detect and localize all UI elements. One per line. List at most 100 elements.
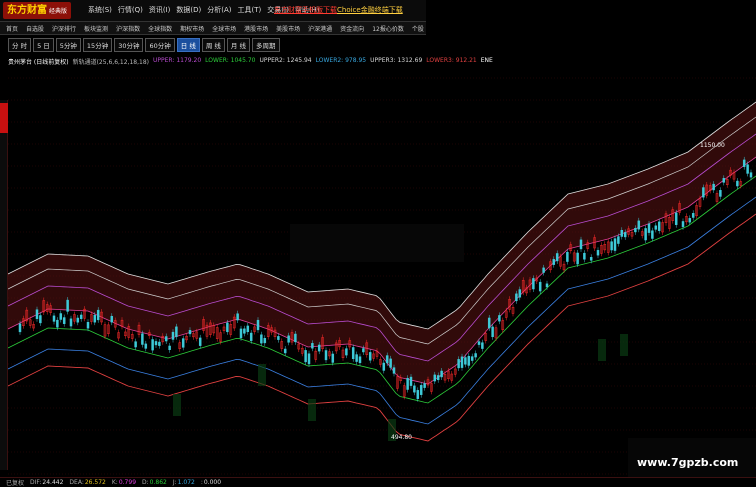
candle-body (93, 314, 97, 323)
sidebar-kline-tab[interactable] (0, 103, 8, 133)
menu-item-3[interactable]: 数据(D) (176, 5, 201, 15)
kline-chart[interactable] (8, 64, 756, 477)
candle-body (317, 344, 321, 352)
nav-item-7[interactable]: 全球市场 (212, 24, 236, 33)
candle-body (423, 383, 426, 388)
candle-body (110, 315, 114, 323)
candle-body (324, 350, 328, 361)
logo-subtitle: 经典版 (49, 8, 68, 15)
candle-body (440, 370, 443, 378)
candle-body (515, 293, 518, 302)
candle-body (688, 218, 692, 223)
period-tab-4[interactable]: 30分钟 (114, 38, 144, 52)
candle-body (719, 190, 722, 197)
period-tab-3[interactable]: 15分钟 (82, 38, 113, 52)
candle-body (712, 183, 715, 191)
candle-body (583, 252, 586, 260)
nav-item-4[interactable]: 沪深指数 (116, 24, 140, 33)
candle-body (35, 309, 39, 319)
indicator-label-4: J: (172, 479, 177, 486)
period-tab-7[interactable]: 周 线 (201, 38, 225, 52)
candle-body (742, 159, 746, 167)
nav-item-6[interactable]: 期权市场 (180, 24, 204, 33)
candle-body (287, 335, 290, 343)
indicator-label-2: K: (111, 479, 118, 486)
candle-body (198, 337, 202, 346)
candle-body (283, 348, 287, 354)
candle-body (433, 374, 437, 382)
menu-item-4[interactable]: 分析(A) (207, 5, 231, 15)
signal-marker-4 (598, 339, 606, 361)
candle-body (416, 390, 420, 399)
candle-body (76, 317, 80, 323)
candle-body (243, 328, 246, 334)
candle-body (555, 253, 559, 262)
candle-body (736, 180, 739, 187)
period-tab-8[interactable]: 月 线 (226, 38, 250, 52)
nav-item-10[interactable]: 沪深港通 (308, 24, 332, 33)
choice-download-link[interactable]: Choice金融终端下载 (337, 5, 403, 15)
indicator-value-0: 24.442 (42, 479, 64, 486)
indicator-name[interactable]: 已复权 (6, 478, 24, 487)
nav-item-8[interactable]: 港股市场 (244, 24, 268, 33)
candle-body (96, 309, 100, 321)
nav-item-11[interactable]: 资金流向 (340, 24, 364, 33)
candle-body (457, 359, 460, 369)
candle-body (294, 333, 297, 343)
candle-body (552, 259, 556, 265)
candle-body (59, 313, 63, 320)
candle-body (236, 313, 239, 321)
candle-body (722, 178, 726, 183)
candle-body (409, 376, 413, 386)
candle-body (419, 385, 423, 395)
nav-item-9[interactable]: 美股市场 (276, 24, 300, 33)
candle-body (467, 355, 471, 366)
candle-body (239, 328, 243, 339)
candle-body (498, 315, 501, 322)
period-tab-6[interactable]: 日 线 (176, 38, 200, 52)
left-sidebar (0, 100, 8, 470)
candle-body (39, 315, 42, 324)
nav-item-2[interactable]: 沪深排行 (52, 24, 76, 33)
nav-item-12[interactable]: 12报心价数 (372, 24, 404, 33)
app-logo: 东方财富 经典版 (3, 2, 72, 19)
candle-body (470, 356, 474, 361)
period-tab-5[interactable]: 60分钟 (145, 38, 175, 52)
period-tab-9[interactable]: 多周期 (252, 38, 280, 52)
menu-item-0[interactable]: 系统(S) (88, 5, 112, 15)
candle-body (134, 341, 137, 348)
candle-body (579, 239, 583, 250)
candle-body (691, 213, 695, 218)
indicator-bar: 已复权 DIF: 24.442 DEA: 26.572 K: 0.799 D: 0.862 J:… (0, 477, 756, 487)
signal-marker-2 (308, 399, 316, 421)
candle-body (532, 278, 535, 290)
nav-item-1[interactable]: 自选股 (26, 24, 44, 33)
signal-marker-0 (173, 394, 181, 416)
candle-body (487, 317, 491, 329)
candle-body (56, 319, 59, 328)
candle-body (477, 341, 481, 345)
nav-item-5[interactable]: 全球指数 (148, 24, 172, 33)
nav-item-3[interactable]: 板块监测 (84, 24, 108, 33)
menu-item-5[interactable]: 工具(T) (238, 5, 262, 15)
candle-body (249, 332, 253, 341)
menu-item-1[interactable]: 行情(Q) (118, 5, 143, 15)
period-tab-1[interactable]: 5 日 (33, 38, 54, 52)
logo-text: 东方财富 (7, 5, 47, 16)
period-tab-2[interactable]: 5分钟 (55, 38, 81, 52)
watermark-text: www.7gpzb.com (637, 456, 739, 469)
mobile-download-link[interactable]: 东方财富手机版下载 (274, 5, 337, 15)
period-tab-0[interactable]: 分 时 (8, 38, 32, 52)
candle-body (674, 212, 678, 225)
candle-body (749, 172, 753, 178)
candle-body (181, 338, 185, 348)
nav-item-13[interactable]: 个股 (412, 24, 424, 33)
signal-marker-5 (620, 334, 628, 356)
indicator-value-5: 0.000 (203, 479, 222, 486)
market-nav-bar: 首页 自选股 沪深排行 板块监测 沪深指数 全球指数 期权市场 全球市场 港股市场 美股市场 沪深港… (0, 22, 426, 35)
candle-body (382, 362, 386, 371)
candle-body (637, 220, 641, 230)
menu-item-2[interactable]: 资讯(I) (149, 5, 171, 15)
indicator-label-0: DIF: (30, 479, 42, 486)
nav-item-0[interactable]: 首页 (6, 24, 18, 33)
